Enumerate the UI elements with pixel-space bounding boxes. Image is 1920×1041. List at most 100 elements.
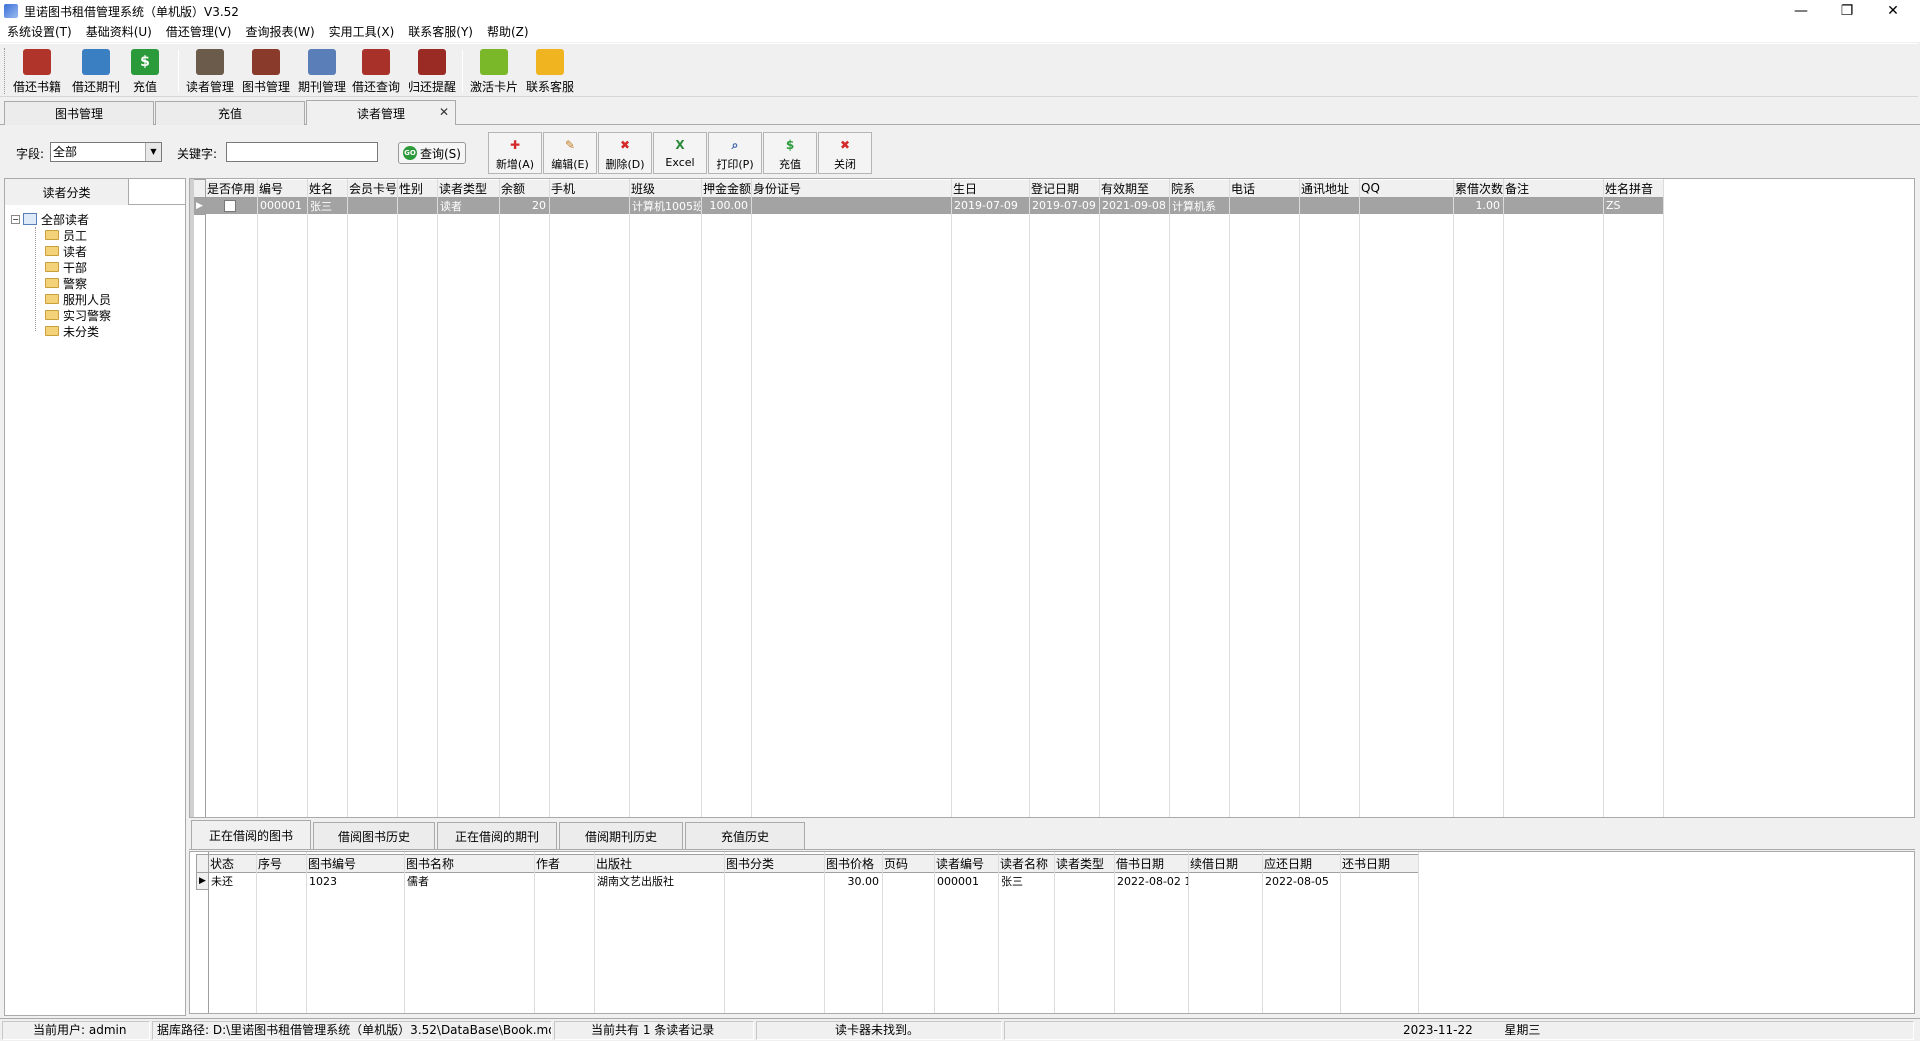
column-header[interactable]: 性别 — [397, 179, 438, 198]
disabled-checkbox[interactable] — [224, 200, 236, 213]
toolbar-button-5[interactable]: 期刊管理 — [296, 47, 348, 95]
menu-item-4[interactable]: 实用工具(X) — [322, 22, 402, 42]
field-select[interactable]: 全部 ▼ — [50, 142, 162, 162]
column-header[interactable]: 序号 — [256, 854, 307, 873]
column-header[interactable]: 登记日期 — [1029, 179, 1100, 198]
action-button-4[interactable]: ⌕ 打印(P) — [708, 132, 762, 174]
column-header[interactable]: 图书分类 — [724, 854, 825, 873]
tree-item-3[interactable]: 警察 — [45, 275, 111, 291]
action-button-2[interactable]: ✖ 删除(D) — [598, 132, 652, 174]
tab-detail-0[interactable]: 正在借阅的图书 — [191, 820, 311, 849]
tab-doc-2[interactable]: 读者管理 ✕ — [306, 100, 456, 125]
column-header[interactable]: 身份证号 — [751, 179, 952, 198]
column-header[interactable]: 姓名拼音 — [1603, 179, 1664, 198]
tree-item-2[interactable]: 干部 — [45, 259, 111, 275]
tree-item-6[interactable]: 未分类 — [45, 323, 111, 339]
column-header[interactable]: 页码 — [882, 854, 935, 873]
toolbar-button-7[interactable]: 归还提醒 — [406, 47, 458, 95]
menu-item-2[interactable]: 借还管理(V) — [159, 22, 239, 42]
tree-root[interactable]: − 全部读者 — [11, 211, 111, 227]
column-header[interactable]: 读者类型 — [1054, 854, 1115, 873]
table-cell — [1188, 872, 1263, 890]
table-row[interactable]: ▶ 未还 1023 儒者 湖南文艺出版社 30.00 000001 张三 2022-08-02 … — [196, 872, 1419, 890]
action-button-5[interactable]: $ 充值 — [763, 132, 817, 174]
column-header[interactable]: 电话 — [1229, 179, 1300, 198]
toolbar-button-0[interactable]: 借还书籍 — [12, 47, 62, 95]
column-header[interactable]: 班级 — [629, 179, 702, 198]
column-header[interactable]: 读者编号 — [934, 854, 999, 873]
column-header[interactable]: 还书日期 — [1340, 854, 1419, 873]
keyword-input[interactable] — [226, 142, 378, 162]
column-header[interactable]: 状态 — [208, 854, 257, 873]
column-header[interactable]: 生日 — [951, 179, 1030, 198]
column-header[interactable]: 读者类型 — [437, 179, 500, 198]
folder-icon — [45, 262, 59, 272]
column-header[interactable]: 应还日期 — [1262, 854, 1341, 873]
toolbar-button-6[interactable]: 借还查询 — [350, 47, 402, 95]
grid-line — [437, 179, 438, 817]
tab-doc-1[interactable]: 充值 — [155, 101, 305, 125]
column-header[interactable]: 图书编号 — [306, 854, 405, 873]
column-header[interactable]: 图书名称 — [404, 854, 535, 873]
chevron-down-icon[interactable]: ▼ — [145, 143, 161, 161]
menu-item-5[interactable]: 联系客服(Y) — [401, 22, 480, 42]
toolbar-button-8[interactable]: 激活卡片 — [468, 47, 520, 95]
table-row[interactable]: ▶ 000001 张三 读者 20 计算机1005班 100.00 2019-07-09 201… — [193, 196, 1664, 215]
maximize-button[interactable]: ❐ — [1824, 0, 1870, 22]
toolbar-button-4[interactable]: 图书管理 — [240, 47, 292, 95]
menu-item-0[interactable]: 系统设置(T) — [0, 22, 79, 42]
column-header[interactable]: 手机 — [549, 179, 630, 198]
action-button-3[interactable]: X Excel — [653, 132, 707, 174]
action-button-1[interactable]: ✎ 编辑(E) — [543, 132, 597, 174]
column-header[interactable]: 图书价格 — [824, 854, 883, 873]
column-header[interactable]: 有效期至 — [1099, 179, 1170, 198]
collapse-icon[interactable]: − — [11, 214, 20, 224]
tab-detail-3[interactable]: 借阅期刊历史 — [559, 822, 683, 849]
column-header[interactable]: 余额 — [499, 179, 550, 198]
toolbar-button-1[interactable]: 借还期刊 — [68, 47, 124, 95]
folder-icon — [45, 246, 59, 256]
grid-line — [751, 179, 752, 817]
query-button[interactable]: GO 查询(S) — [398, 142, 466, 164]
toolbar-button-2[interactable]: $ 充值 — [130, 47, 160, 95]
column-header[interactable]: 通讯地址 — [1299, 179, 1360, 198]
close-icon[interactable]: ✕ — [439, 105, 449, 119]
toolbar-button-9[interactable]: 联系客服 — [524, 47, 576, 95]
column-header[interactable]: 出版社 — [594, 854, 725, 873]
tree-item-1[interactable]: 读者 — [45, 243, 111, 259]
tab-detail-4[interactable]: 充值历史 — [685, 822, 805, 849]
column-header[interactable]: 会员卡号 — [347, 179, 398, 198]
column-header[interactable]: 编号 — [257, 179, 308, 198]
tree-item-5[interactable]: 实习警察 — [45, 307, 111, 323]
tree-item-0[interactable]: 员工 — [45, 227, 111, 243]
tab-detail-2[interactable]: 正在借阅的期刊 — [437, 822, 557, 849]
column-header[interactable]: 读者名称 — [998, 854, 1055, 873]
dollar-icon: $ — [131, 49, 159, 75]
menu-item-1[interactable]: 基础资料(U) — [79, 22, 159, 42]
column-header[interactable]: 押金金额 — [701, 179, 752, 198]
tab-reader-category[interactable]: 读者分类 — [5, 179, 129, 205]
tree-item-4[interactable]: 服刑人员 — [45, 291, 111, 307]
tab-doc-0[interactable]: 图书管理 — [4, 101, 154, 125]
minimize-button[interactable]: — — [1778, 0, 1824, 22]
column-header[interactable]: 累借次数 — [1453, 179, 1504, 198]
toolbar-button-3[interactable]: 读者管理 — [184, 47, 236, 95]
menu-item-3[interactable]: 查询报表(W) — [238, 22, 321, 42]
column-header[interactable]: 是否停用 — [205, 179, 258, 198]
column-header[interactable]: 作者 — [534, 854, 595, 873]
column-header[interactable]: 院系 — [1169, 179, 1230, 198]
menu-item-6[interactable]: 帮助(Z) — [480, 22, 536, 42]
grid-line — [701, 179, 702, 817]
column-header[interactable]: QQ — [1359, 179, 1454, 198]
column-header[interactable]: 借书日期 — [1114, 854, 1189, 873]
tab-detail-1[interactable]: 借阅图书历史 — [313, 822, 435, 849]
column-header[interactable]: 备注 — [1503, 179, 1604, 198]
close-window-button[interactable]: ✕ — [1870, 0, 1916, 22]
column-header[interactable]: 姓名 — [307, 179, 348, 198]
action-button-6[interactable]: ✖ 关闭 — [818, 132, 872, 174]
readers-icon — [196, 49, 224, 75]
column-header[interactable]: 续借日期 — [1188, 854, 1263, 873]
action-button-0[interactable]: ✚ 新增(A) — [488, 132, 542, 174]
main-toolbar: 借还书籍 借还期刊 $ 充值 读者管理 图书管理 期刊管理 借还查询 归还提醒 激活卡片 联系客服 — [0, 43, 1918, 97]
toolbar-grip[interactable] — [4, 48, 7, 94]
